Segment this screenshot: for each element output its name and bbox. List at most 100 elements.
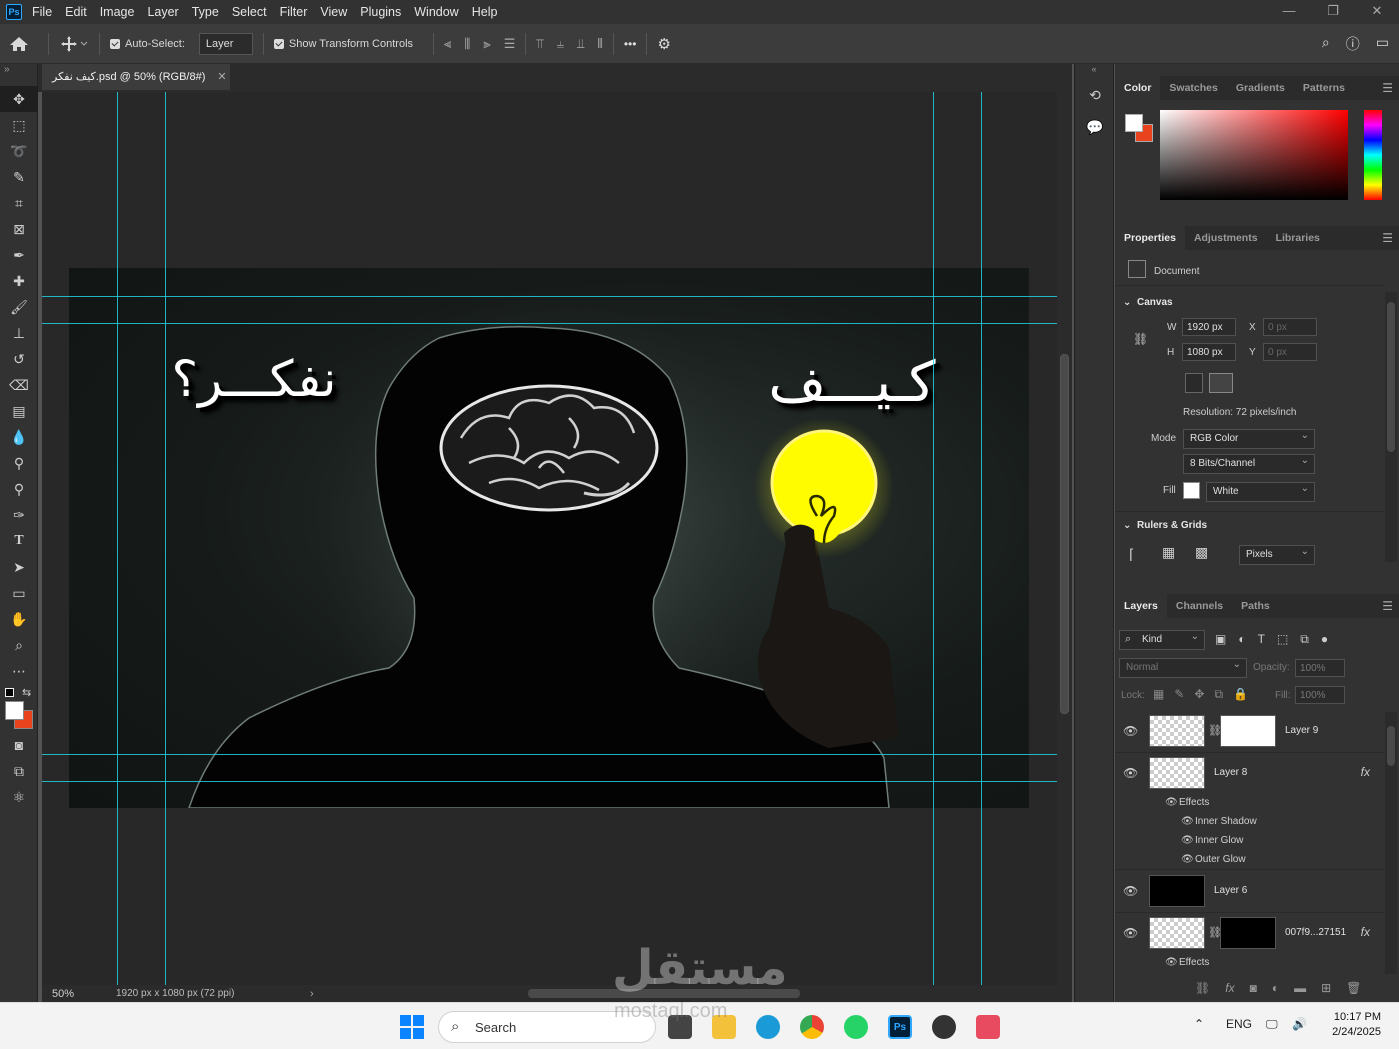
link-icon[interactable]: ⛓	[1133, 332, 1148, 346]
canvas-area[interactable]: كـيـــف نفكـــر؟	[42, 92, 1057, 985]
blur-tool-icon[interactable]: 💧	[0, 424, 38, 450]
layer-name[interactable]: Layer 9	[1285, 725, 1318, 736]
align-right-icon[interactable]: ⫸	[483, 36, 490, 52]
ruler-icon[interactable]: ⌈	[1129, 546, 1134, 563]
effects-group[interactable]: 👁Effects	[1165, 957, 1209, 968]
rulers-section-chevron[interactable]: ⌄	[1123, 520, 1131, 531]
layer-mask-thumbnail[interactable]	[1220, 715, 1276, 747]
workspace-icon[interactable]: ▭	[1376, 34, 1389, 54]
eyedropper-tool-icon[interactable]: ✒	[0, 242, 38, 268]
fill-opacity-field[interactable]: 100%	[1295, 686, 1345, 704]
status-expand-icon[interactable]: ›	[310, 988, 314, 1000]
collapse-toolbar-icon[interactable]: »	[0, 64, 37, 86]
vertical-scrollbar[interactable]	[1057, 92, 1072, 985]
move-tool-icon[interactable]: ✥	[0, 86, 38, 112]
whatsapp-icon[interactable]	[844, 1015, 868, 1039]
visibility-eye-icon[interactable]: 👁	[1123, 884, 1138, 898]
panel-menu-icon[interactable]: ☰	[1382, 81, 1393, 95]
rectangle-tool-icon[interactable]: ▭	[0, 580, 38, 606]
close-tab-icon[interactable]: ✕	[217, 70, 226, 83]
lock-artboard-icon[interactable]: ⧉	[1214, 687, 1223, 702]
mode-dropdown[interactable]: RGB Color	[1183, 429, 1315, 449]
effect-item[interactable]: 👁Inner Glow	[1181, 835, 1243, 846]
auto-select-target-dropdown[interactable]: Layer	[198, 32, 253, 55]
canvas-section-chevron[interactable]: ⌄	[1123, 297, 1131, 308]
align-left-icon[interactable]: ⫷	[444, 36, 451, 52]
minimize-button[interactable]: —	[1267, 0, 1311, 24]
effects-group[interactable]: 👁Effects	[1165, 797, 1209, 808]
filter-smart-object-icon[interactable]: ⧉	[1300, 632, 1309, 647]
obs-icon[interactable]	[932, 1015, 956, 1039]
gear-icon[interactable]: ⚙	[657, 35, 670, 53]
quick-mask-icon[interactable]: ◙	[0, 732, 38, 758]
guide-horizontal[interactable]	[42, 754, 1057, 755]
collapse-icon[interactable]: «	[1075, 64, 1113, 76]
align-bottom-icon[interactable]: ⫫	[577, 36, 584, 52]
system-clock[interactable]: 10:17 PM 2/24/2025	[1332, 1010, 1381, 1040]
layer-effects-icon[interactable]: fx	[1361, 925, 1370, 939]
new-adjustment-icon[interactable]: ◐	[1272, 981, 1279, 995]
width-field[interactable]: 1920 px	[1182, 318, 1236, 336]
y-field[interactable]: 0 px	[1263, 343, 1317, 361]
opacity-field[interactable]: 100%	[1295, 659, 1345, 677]
pen-tool-icon[interactable]: ✑	[0, 502, 38, 528]
screen-mode-icon[interactable]: ⧉	[0, 758, 38, 784]
guide-vertical[interactable]	[165, 92, 166, 985]
document-tab[interactable]: كيف نفكر.psd @ 50% (RGB/8#) ✕	[42, 64, 230, 90]
rulers-section-title[interactable]: Rulers & Grids	[1137, 520, 1207, 531]
network-icon[interactable]: 🖵	[1266, 1017, 1278, 1032]
hue-slider[interactable]	[1364, 110, 1382, 200]
new-group-icon[interactable]: ▬	[1294, 981, 1306, 995]
align-top-icon[interactable]: ⫪	[536, 36, 543, 52]
menu-file[interactable]: File	[32, 5, 52, 19]
guide-horizontal[interactable]	[42, 323, 1057, 324]
guide-horizontal[interactable]	[42, 781, 1057, 782]
layer-row[interactable]: 👁 ⛓ Layer 9	[1115, 711, 1384, 753]
tab-channels[interactable]: Channels	[1167, 594, 1232, 618]
path-select-tool-icon[interactable]: ➤	[0, 554, 38, 580]
menu-layer[interactable]: Layer	[147, 5, 178, 19]
tab-layers[interactable]: Layers	[1115, 594, 1167, 618]
clone-stamp-tool-icon[interactable]: ⊥	[0, 320, 38, 346]
link-layers-icon[interactable]: ⛓	[1195, 981, 1210, 995]
history-icon[interactable]: ⟲	[1075, 82, 1115, 108]
layer-row[interactable]: 👁 Layer 8 fx	[1115, 753, 1384, 795]
tab-gradients[interactable]: Gradients	[1227, 76, 1294, 100]
frame-tool-icon[interactable]: ⊠	[0, 216, 38, 242]
fill-dropdown[interactable]: White	[1206, 482, 1315, 502]
language-indicator[interactable]: ENG	[1226, 1017, 1252, 1031]
chrome-browser-icon[interactable]	[800, 1015, 824, 1039]
default-colors-icon[interactable]	[5, 688, 14, 697]
color-field[interactable]	[1160, 110, 1348, 200]
comments-icon[interactable]: 💬	[1075, 114, 1115, 140]
menu-image[interactable]: Image	[100, 5, 135, 19]
delete-layer-icon[interactable]: 🗑	[1346, 981, 1361, 995]
layer-effects-icon[interactable]: fx	[1361, 765, 1370, 779]
bit-depth-dropdown[interactable]: 8 Bits/Channel	[1183, 454, 1315, 474]
distribute-h-icon[interactable]: ⫴	[597, 36, 602, 52]
vertical-scroll-thumb[interactable]	[1060, 354, 1069, 714]
menu-view[interactable]: View	[320, 5, 347, 19]
move-tool-icon[interactable]	[59, 34, 89, 54]
layer-name[interactable]: Layer 6	[1214, 885, 1247, 896]
menu-type[interactable]: Type	[192, 5, 219, 19]
photoshop-taskbar-icon[interactable]: Ps	[888, 1015, 912, 1039]
add-style-icon[interactable]: fx	[1225, 981, 1234, 995]
blend-mode-dropdown[interactable]: Normal	[1119, 658, 1247, 678]
menu-window[interactable]: Window	[414, 5, 458, 19]
filter-kind-dropdown[interactable]: Kind	[1119, 630, 1205, 650]
close-window-button[interactable]: ✕	[1355, 0, 1399, 24]
search-icon[interactable]: ⌕	[1322, 34, 1330, 54]
more-options-button[interactable]: •••	[624, 37, 637, 51]
lasso-tool-icon[interactable]: ➰	[0, 138, 38, 164]
maximize-button[interactable]: ❐	[1311, 0, 1355, 24]
layer-name[interactable]: 007f9...27151	[1285, 927, 1346, 938]
filter-pixel-icon[interactable]: ▣	[1215, 632, 1226, 647]
auto-select-checkbox[interactable]	[110, 38, 120, 49]
help-icon[interactable]: ⓘ	[1346, 34, 1360, 54]
visibility-eye-icon[interactable]: 👁	[1123, 766, 1138, 780]
panel-menu-icon[interactable]: ☰	[1382, 231, 1393, 245]
gradient-tool-icon[interactable]: ▤	[0, 398, 38, 424]
new-layer-icon[interactable]: ⊞	[1321, 981, 1331, 995]
units-dropdown[interactable]: Pixels	[1239, 545, 1315, 565]
